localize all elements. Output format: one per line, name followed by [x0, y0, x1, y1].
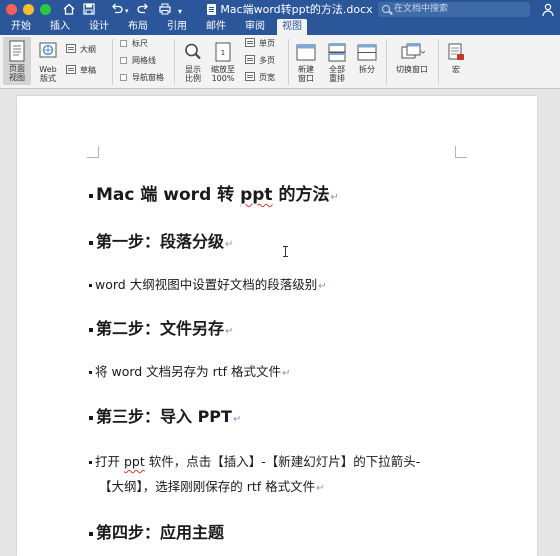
tab-design[interactable]: 设计 — [84, 19, 114, 35]
arrange-all-button[interactable]: 全部 重排 — [323, 38, 351, 86]
macros-button[interactable]: 宏 — [442, 38, 470, 86]
ribbon-separator — [174, 39, 175, 85]
draft-icon — [66, 65, 76, 74]
ribbon-separator — [386, 39, 387, 85]
print-icon[interactable] — [158, 2, 172, 19]
ribbon-view: 页面 视图 Web 版式 大纲 草稿 标尺 网格线 导航窗格 显示 比例 1 缩… — [0, 35, 560, 89]
paragraph-mark: ↵ — [232, 414, 242, 425]
text-run: Mac 端 word 转 ppt 的方法 — [96, 185, 330, 205]
step-3-body-line-2[interactable]: 【大纲】，选择刚刚保存的 rtf 格式文件↵ — [99, 476, 325, 495]
ribbon-separator — [112, 39, 113, 85]
step-3-heading[interactable]: 第三步：导入 PPT↵ — [89, 403, 241, 427]
split-button[interactable]: 拆分 — [354, 38, 380, 86]
zoom-100-button[interactable]: 1 缩放至 100% — [208, 38, 238, 86]
tab-view[interactable]: 视图 — [277, 19, 307, 35]
one-page-icon — [245, 38, 255, 47]
paragraph-mark: ↵ — [318, 281, 327, 292]
paragraph-bullet — [89, 416, 93, 420]
tab-mailings[interactable]: 邮件 — [201, 19, 231, 35]
page-view-button[interactable]: 页面 视图 — [3, 37, 31, 85]
paragraph-mark: ↵ — [225, 239, 234, 250]
magnifier-icon — [180, 41, 206, 63]
ruler-checkbox-box — [120, 40, 127, 47]
document-page[interactable]: Mac 端 word 转 ppt 的方法↵ 第一步：段落分级↵ word 大纲视… — [17, 96, 537, 556]
paragraph-mark: ↵ — [225, 326, 234, 337]
text-run: 打开 ppt 软件，点击【插入】-【新建幻灯片】的下拉箭头- — [95, 454, 421, 469]
new-window-icon — [292, 41, 320, 63]
document-title: Mac端word转ppt的方法.docx — [200, 0, 380, 19]
search-input[interactable]: 在文档中搜索 — [378, 2, 530, 17]
ruler-checkbox[interactable]: 标尺 — [120, 38, 148, 49]
undo-dropdown-icon[interactable]: ▾ — [125, 3, 129, 20]
word-document-icon — [207, 4, 217, 15]
outline-icon — [66, 44, 76, 53]
multiple-pages-icon — [245, 55, 255, 64]
spelling-error-mark[interactable]: ppt — [124, 454, 145, 469]
step-2-body[interactable]: 将 word 文档另存为 rtf 格式文件↵ — [89, 361, 290, 380]
gridlines-checkbox[interactable]: 网格线 — [120, 55, 156, 66]
ribbon-separator — [288, 39, 289, 85]
text-cursor-ibeam — [283, 246, 288, 257]
zoom-100-icon: 1 — [208, 41, 238, 63]
paragraph-bullet — [89, 461, 92, 464]
ribbon-tabs: 开始 插入 设计 布局 引用 邮件 审阅 视图 — [0, 19, 560, 35]
crop-mark — [87, 146, 99, 158]
paragraph-bullet — [89, 371, 92, 374]
web-layout-button[interactable]: Web 版式 — [34, 38, 62, 86]
search-icon — [382, 5, 390, 13]
nav-pane-checkbox[interactable]: 导航窗格 — [120, 72, 164, 83]
document-title-heading[interactable]: Mac 端 word 转 ppt 的方法↵ — [89, 180, 339, 205]
split-window-icon — [354, 41, 380, 63]
customize-quick-access-icon[interactable]: ▾ — [178, 3, 182, 20]
paragraph-bullet — [89, 194, 93, 198]
new-window-button[interactable]: 新建 窗口 — [292, 38, 320, 86]
multiple-pages-button[interactable]: 多页 — [245, 55, 275, 66]
ribbon-separator — [438, 39, 439, 85]
undo-icon[interactable] — [110, 2, 124, 19]
step-4-heading[interactable]: 第四步：应用主题 — [89, 519, 224, 543]
step-3-body-line-1[interactable]: 打开 ppt 软件，点击【插入】-【新建幻灯片】的下拉箭头- — [89, 451, 420, 470]
one-page-button[interactable]: 单页 — [245, 38, 275, 49]
tab-home[interactable]: 开始 — [6, 19, 36, 35]
paragraph-bullet — [89, 328, 93, 332]
title-bar: ▾ ▾ Mac端word转ppt的方法.docx 在文档中搜索 — [0, 0, 560, 19]
save-icon[interactable] — [82, 2, 96, 19]
web-layout-icon — [34, 41, 62, 63]
paragraph-mark: ↵ — [316, 483, 325, 494]
tab-references[interactable]: 引用 — [162, 19, 192, 35]
gridlines-checkbox-box — [120, 57, 127, 64]
draft-view-button[interactable]: 草稿 — [66, 65, 96, 76]
page-width-icon — [245, 72, 255, 81]
step-2-heading[interactable]: 第二步：文件另存↵ — [89, 315, 233, 339]
tab-insert[interactable]: 插入 — [45, 19, 75, 35]
svg-text:1: 1 — [221, 49, 225, 57]
paragraph-mark: ↵ — [282, 368, 291, 379]
outline-view-button[interactable]: 大纲 — [66, 44, 96, 55]
paragraph-bullet — [89, 241, 93, 245]
spelling-error-mark[interactable]: ppt — [240, 185, 272, 205]
document-canvas[interactable]: Mac 端 word 转 ppt 的方法↵ 第一步：段落分级↵ word 大纲视… — [0, 90, 560, 556]
redo-icon[interactable] — [136, 2, 150, 19]
home-icon[interactable] — [62, 2, 76, 19]
page-view-icon — [3, 40, 31, 62]
crop-mark — [455, 146, 467, 158]
share-icon[interactable] — [540, 2, 556, 17]
macro-scroll-icon — [442, 41, 470, 63]
paragraph-bullet — [89, 532, 93, 536]
step-1-body[interactable]: word 大纲视图中设置好文档的段落级别↵ — [89, 274, 327, 293]
switch-window-icon — [390, 41, 434, 63]
step-1-heading[interactable]: 第一步：段落分级↵ — [89, 228, 233, 252]
close-window-button[interactable] — [6, 4, 17, 15]
nav-pane-checkbox-box — [120, 74, 127, 81]
maximize-window-button[interactable] — [40, 4, 51, 15]
arrange-all-icon — [323, 41, 351, 63]
page-width-button[interactable]: 页宽 — [245, 72, 275, 83]
tab-layout[interactable]: 布局 — [123, 19, 153, 35]
paragraph-bullet — [89, 284, 92, 287]
zoom-button[interactable]: 显示 比例 — [180, 38, 206, 86]
switch-window-button[interactable]: 切换窗口 — [390, 38, 434, 86]
paragraph-mark: ↵ — [330, 192, 339, 203]
minimize-window-button[interactable] — [23, 4, 34, 15]
tab-review[interactable]: 审阅 — [240, 19, 270, 35]
